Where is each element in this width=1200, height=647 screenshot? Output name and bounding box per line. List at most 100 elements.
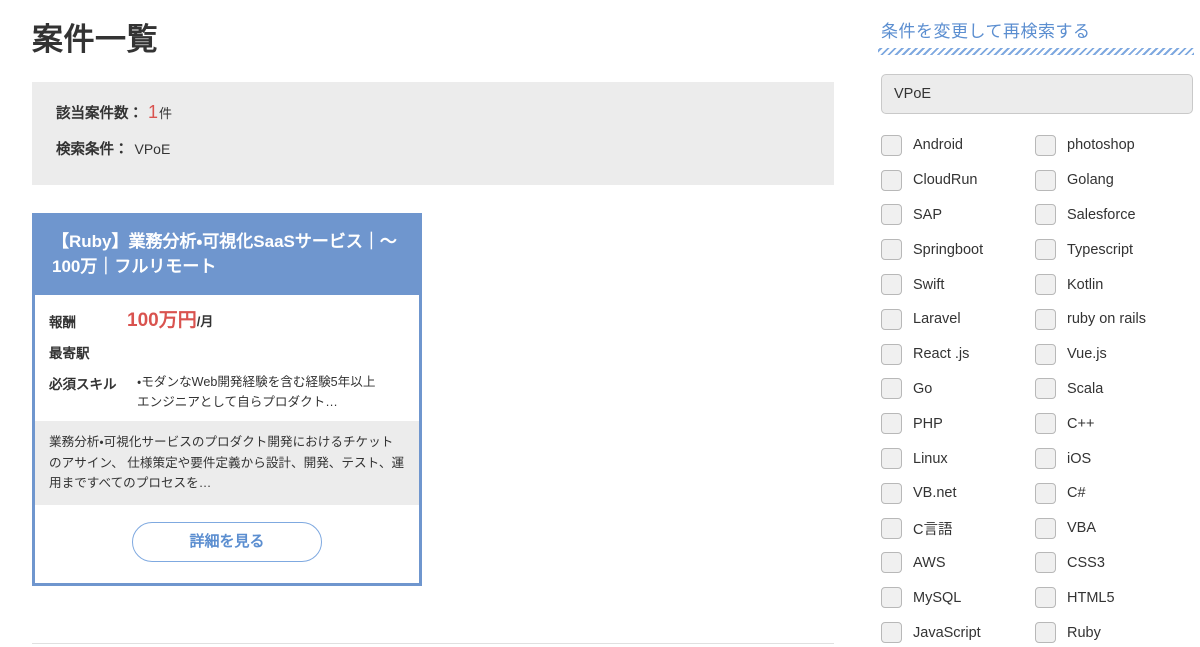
page-root: 案件一覧 該当案件数： 1件 検索条件： VPoE 【Ruby】業務分析・可視化Sa… <box>0 0 1200 647</box>
checkbox-item[interactable]: Laravel <box>881 302 1035 337</box>
checkbox-label: Salesforce <box>1067 206 1136 223</box>
checkbox-box-icon[interactable] <box>881 552 902 574</box>
summary-count-unit: 件 <box>159 106 173 121</box>
checkbox-item[interactable]: Salesforce <box>1035 198 1189 233</box>
checkbox-box-icon[interactable] <box>881 413 902 435</box>
checkbox-label: Ruby <box>1067 624 1101 641</box>
checkbox-item[interactable]: CSS3 <box>1035 546 1189 581</box>
checkbox-box-icon[interactable] <box>1035 587 1056 609</box>
job-card[interactable]: 【Ruby】業務分析・可視化SaaSサービス｜〜100万｜フルリモート 報酬 1… <box>32 213 422 587</box>
checkbox-label: Springboot <box>913 241 984 258</box>
checkbox-item[interactable]: AWS <box>881 546 1035 581</box>
checkbox-box-icon[interactable] <box>881 517 902 539</box>
checkbox-item[interactable]: React .js <box>881 337 1035 372</box>
checkbox-box-icon[interactable] <box>881 204 902 226</box>
checkbox-item[interactable]: Kotlin <box>1035 267 1189 302</box>
checkbox-item[interactable]: SAP <box>881 198 1035 233</box>
checkbox-item[interactable]: photoshop <box>1035 128 1189 163</box>
job-detail-button[interactable]: 詳細を見る <box>132 522 322 563</box>
checkbox-item[interactable]: iOS <box>1035 441 1189 476</box>
checkbox-box-icon[interactable] <box>1035 413 1056 435</box>
checkbox-item[interactable]: Go <box>881 372 1035 407</box>
search-summary-panel: 該当案件数： 1件 検索条件： VPoE <box>32 82 834 185</box>
summary-count-value: 1 <box>148 102 159 122</box>
checkbox-item[interactable]: Linux <box>881 441 1035 476</box>
checkbox-label: photoshop <box>1067 137 1135 154</box>
checkbox-label: Scala <box>1067 380 1104 397</box>
sidebar-title[interactable]: 条件を変更して再検索する <box>876 0 1200 48</box>
checkbox-item[interactable]: HTML5 <box>1035 580 1189 615</box>
job-skill-label: 必須スキル <box>49 377 117 393</box>
checkbox-box-icon[interactable] <box>1035 204 1056 226</box>
checkbox-item[interactable]: JavaScript <box>881 615 1035 647</box>
summary-count-label: 該当案件数： <box>56 106 143 122</box>
checkbox-label: C言語 <box>913 521 953 538</box>
search-input[interactable] <box>881 74 1193 114</box>
checkbox-item[interactable]: C# <box>1035 476 1189 511</box>
checkbox-box-icon[interactable] <box>881 343 902 365</box>
checkbox-item[interactable]: Scala <box>1035 372 1189 407</box>
skill-checkbox-grid: Android photoshop CloudRun Golang SAP Salesfo… <box>881 128 1197 647</box>
checkbox-box-icon[interactable] <box>881 169 902 191</box>
checkbox-box-icon[interactable] <box>1035 134 1056 156</box>
checkbox-label: ruby on rails <box>1067 311 1146 328</box>
checkbox-item[interactable]: ruby on rails <box>1035 302 1189 337</box>
checkbox-box-icon[interactable] <box>881 378 902 400</box>
checkbox-item[interactable]: Typescript <box>1035 232 1189 267</box>
checkbox-box-icon[interactable] <box>881 308 902 330</box>
checkbox-box-icon[interactable] <box>1035 343 1056 365</box>
job-pay-unit: /月 <box>196 314 214 330</box>
checkbox-box-icon[interactable] <box>1035 308 1056 330</box>
checkbox-label: MySQL <box>913 589 962 606</box>
checkbox-box-icon[interactable] <box>1035 448 1056 470</box>
checkbox-item[interactable]: C言語 <box>881 511 1035 546</box>
checkbox-box-icon[interactable] <box>1035 482 1056 504</box>
checkbox-item[interactable]: Vue.js <box>1035 337 1189 372</box>
checkbox-box-icon[interactable] <box>881 482 902 504</box>
checkbox-box-icon[interactable] <box>881 239 902 261</box>
job-station-row: 最寄駅 <box>49 342 405 362</box>
checkbox-box-icon[interactable] <box>1035 622 1056 644</box>
checkbox-label: Laravel <box>913 311 961 328</box>
checkbox-box-icon[interactable] <box>1035 378 1056 400</box>
job-detail-button-wrap: 詳細を見る <box>49 505 405 582</box>
checkbox-box-icon[interactable] <box>1035 239 1056 261</box>
checkbox-label: AWS <box>913 554 946 571</box>
checkbox-item[interactable]: VB.net <box>881 476 1035 511</box>
checkbox-box-icon[interactable] <box>881 134 902 156</box>
checkbox-item[interactable]: Android <box>881 128 1035 163</box>
checkbox-item[interactable]: Springboot <box>881 232 1035 267</box>
job-pay-label: 報酬 <box>49 315 76 331</box>
checkbox-box-icon[interactable] <box>881 448 902 470</box>
hatched-divider <box>878 48 1194 55</box>
checkbox-item[interactable]: MySQL <box>881 580 1035 615</box>
checkbox-box-icon[interactable] <box>881 622 902 644</box>
checkbox-label: Swift <box>913 276 945 293</box>
checkbox-item[interactable]: PHP <box>881 406 1035 441</box>
checkbox-box-icon[interactable] <box>1035 552 1056 574</box>
checkbox-box-icon[interactable] <box>881 274 902 296</box>
checkbox-label: React .js <box>913 346 970 363</box>
checkbox-label: VB.net <box>913 485 957 502</box>
checkbox-label: Android <box>913 137 963 154</box>
job-card-title: 【Ruby】業務分析・可視化SaaSサービス｜〜100万｜フルリモート <box>35 216 419 296</box>
job-skill-text: ・モダンなWeb開発経験を含む経験5年以上 エンジニアとして自らプロダクト… <box>137 375 389 409</box>
checkbox-box-icon[interactable] <box>1035 169 1056 191</box>
checkbox-label: JavaScript <box>913 624 981 641</box>
checkbox-item[interactable]: C++ <box>1035 406 1189 441</box>
search-sidebar: 条件を変更して再検索する Android photoshop CloudRun Gol… <box>876 0 1200 647</box>
checkbox-item[interactable]: Swift <box>881 267 1035 302</box>
checkbox-label: C++ <box>1067 415 1095 432</box>
job-card-body: 報酬 100万円/月 最寄駅 必須スキル ・モダンなWeb開発経験を含む経験5年… <box>35 295 419 584</box>
checkbox-item[interactable]: Golang <box>1035 163 1189 198</box>
checkbox-box-icon[interactable] <box>1035 517 1056 539</box>
checkbox-box-icon[interactable] <box>1035 274 1056 296</box>
checkbox-box-icon[interactable] <box>881 587 902 609</box>
checkbox-item[interactable]: Ruby <box>1035 615 1189 647</box>
checkbox-item[interactable]: VBA <box>1035 511 1189 546</box>
job-pay-row: 報酬 100万円/月 <box>49 311 405 331</box>
checkbox-label: SAP <box>913 206 943 223</box>
checkbox-label: CSS3 <box>1067 554 1105 571</box>
checkbox-item[interactable]: CloudRun <box>881 163 1035 198</box>
bottom-divider <box>32 643 834 644</box>
